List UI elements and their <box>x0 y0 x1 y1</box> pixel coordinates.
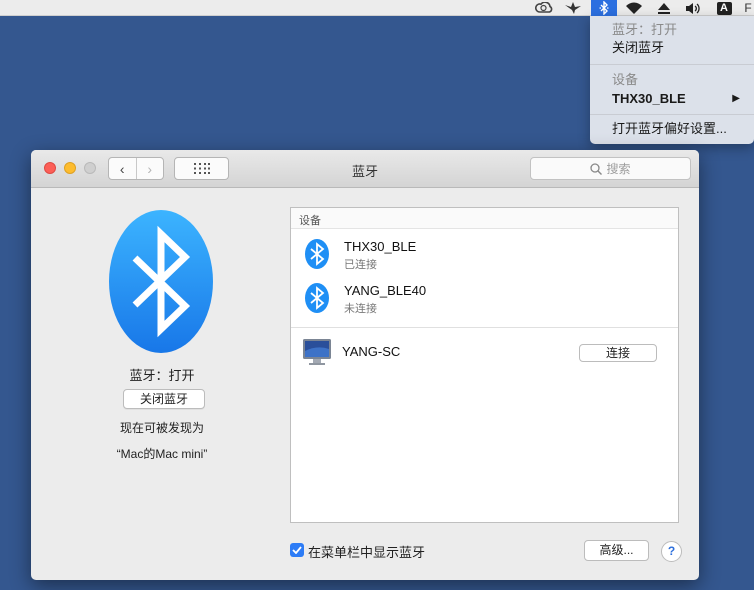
device-list-separator <box>291 327 678 328</box>
dropdown-device-item[interactable]: THX30_BLE ▶ <box>612 90 748 108</box>
show-in-menubar-label[interactable]: 在菜单栏中显示蓝牙 <box>308 542 425 561</box>
device-status: 未连接 <box>344 303 377 315</box>
computer-monitor-icon <box>303 339 331 365</box>
dropdown-status: 蓝牙：打开 <box>612 22 678 37</box>
bird-icon[interactable] <box>562 0 584 16</box>
bluetooth-logo-icon <box>109 210 213 353</box>
device-row[interactable]: YANG_BLE40 未连接 <box>291 274 678 318</box>
title-bar: ‹ › 蓝牙 搜索 <box>31 150 699 188</box>
bluetooth-device-icon <box>305 283 329 313</box>
computer-name: YANG-SC <box>342 344 401 359</box>
discoverable-label: 现在可被发现为 <box>119 421 204 435</box>
input-source-icon[interactable]: A <box>713 0 735 16</box>
bluetooth-preferences-window: ‹ › 蓝牙 搜索 蓝牙：打开 关闭蓝牙 现在可被发现为 “Mac的Mac mi… <box>31 150 699 580</box>
volume-icon[interactable] <box>681 0 707 16</box>
computer-name-label: “Mac的Mac mini” <box>116 447 208 461</box>
device-status: 已连接 <box>344 259 377 271</box>
checkmark-icon <box>292 546 302 554</box>
dropdown-separator <box>590 114 754 115</box>
menubar-overflow-label[interactable]: F <box>742 0 754 16</box>
creative-cloud-icon[interactable] <box>533 0 555 16</box>
dropdown-open-preferences[interactable]: 打开蓝牙偏好设置... <box>612 120 748 138</box>
dropdown-devices-header: 设备 <box>612 72 639 87</box>
device-list-header: 设备 <box>291 208 678 229</box>
advanced-button[interactable]: 高级... <box>584 540 649 561</box>
search-placeholder: 搜索 <box>606 162 631 176</box>
bluetooth-status: 蓝牙：打开 <box>129 368 195 383</box>
dropdown-separator <box>590 64 754 65</box>
device-name: YANG_BLE40 <box>344 283 427 298</box>
menu-bar: A F <box>0 0 754 16</box>
computer-row[interactable]: YANG-SC 连接 <box>291 329 678 375</box>
submenu-arrow-icon: ▶ <box>732 93 740 104</box>
device-list: 设备 THX30_BLE 已连接 YANG_BLE40 未连接 YANG-SC … <box>290 207 679 523</box>
show-in-menubar-checkbox[interactable] <box>290 543 304 557</box>
turn-off-bluetooth-button[interactable]: 关闭蓝牙 <box>123 389 205 409</box>
bluetooth-menu-dropdown: 蓝牙：打开 关闭蓝牙 设备 THX30_BLE ▶ 打开蓝牙偏好设置... <box>590 16 754 144</box>
help-button[interactable]: ? <box>661 541 682 562</box>
connect-button[interactable]: 连接 <box>579 344 657 362</box>
wifi-icon[interactable] <box>622 0 646 16</box>
bluetooth-device-icon <box>305 239 329 269</box>
bluetooth-menu-icon[interactable] <box>591 0 617 16</box>
device-name: THX30_BLE <box>344 239 417 254</box>
dropdown-turn-off-bluetooth[interactable]: 关闭蓝牙 <box>612 39 748 57</box>
dropdown-device-name: THX30_BLE <box>612 91 686 106</box>
search-field[interactable]: 搜索 <box>530 157 691 180</box>
search-icon <box>590 162 603 175</box>
device-row[interactable]: THX30_BLE 已连接 <box>291 230 678 274</box>
eject-icon[interactable] <box>654 0 674 16</box>
